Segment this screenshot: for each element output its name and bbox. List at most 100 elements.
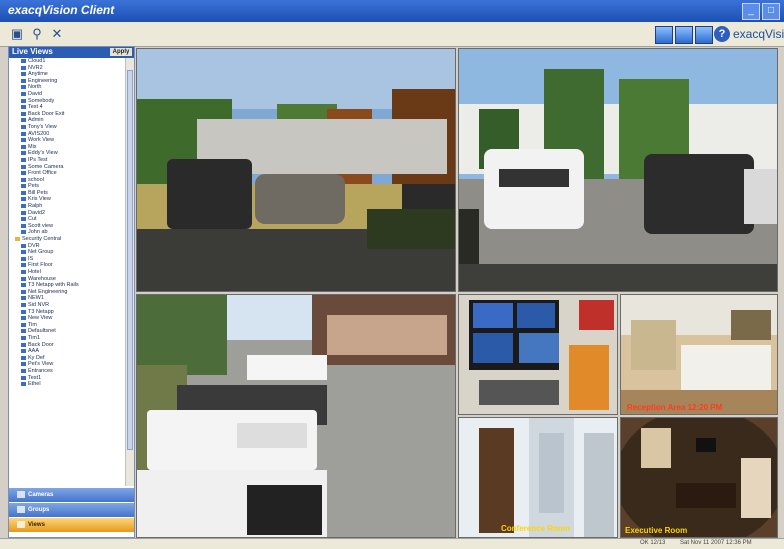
- camera-tile-trucks[interactable]: [136, 294, 456, 538]
- view-icon: [21, 59, 26, 63]
- tree-item[interactable]: Tim: [9, 322, 125, 329]
- tree-item[interactable]: Ethel: [9, 381, 125, 388]
- views-icon: [17, 520, 25, 528]
- scroll-thumb[interactable]: [127, 70, 133, 450]
- tree-item[interactable]: Back Door: [9, 342, 125, 349]
- tree-item[interactable]: Cloud1: [9, 58, 125, 65]
- tree-item[interactable]: Front Office: [9, 170, 125, 177]
- tree-item-label: David: [28, 90, 43, 97]
- camera-tile-parking-east[interactable]: [458, 48, 778, 292]
- tree-item[interactable]: Tim1: [9, 335, 125, 342]
- tree-item[interactable]: Scott view: [9, 223, 125, 230]
- tree-item[interactable]: New View: [9, 315, 125, 322]
- help-icon[interactable]: ?: [714, 26, 730, 42]
- maximize-button[interactable]: □: [762, 3, 780, 20]
- tree-item[interactable]: Somebody: [9, 98, 125, 105]
- tree-item[interactable]: Back Door Exit: [9, 111, 125, 118]
- tree-item[interactable]: T3 Netapp: [9, 309, 125, 316]
- camera-tile-demo-room[interactable]: [458, 294, 618, 415]
- apply-button[interactable]: Apply: [110, 48, 132, 56]
- tree-item[interactable]: Sid NVR: [9, 302, 125, 309]
- tree-item[interactable]: Kris View: [9, 196, 125, 203]
- tree-item[interactable]: Ralph: [9, 203, 125, 210]
- tree-item-label: Front Office: [28, 170, 57, 177]
- tools-icon[interactable]: ✕: [48, 25, 66, 42]
- camera-tile-reception[interactable]: Reception Area 12:20 PM: [620, 294, 778, 415]
- tree-item[interactable]: Admin: [9, 117, 125, 124]
- tree-item[interactable]: Tony's View: [9, 124, 125, 131]
- tree-item[interactable]: Ky Def: [9, 355, 125, 362]
- tree-item[interactable]: Net Engineering: [9, 289, 125, 296]
- tree-item[interactable]: Test1: [9, 375, 125, 382]
- view-icon: [21, 118, 26, 123]
- view-icon: [21, 184, 26, 189]
- nav-groups-label: Groups: [28, 507, 50, 513]
- tree-item-label: IS: [28, 255, 34, 262]
- tree-item[interactable]: AVIS200: [9, 131, 125, 138]
- tree-scrollbar[interactable]: [125, 58, 134, 486]
- tree-item[interactable]: First Floor: [9, 262, 125, 269]
- camera-feed-image: [137, 295, 455, 537]
- tree-item[interactable]: Entrances: [9, 368, 125, 375]
- tree-item[interactable]: Test 4: [9, 104, 125, 111]
- tree-item[interactable]: IS: [9, 256, 125, 263]
- camera-feed-image: [459, 49, 777, 291]
- tree-item-label: Security Central: [22, 236, 62, 243]
- layout-grid-icon[interactable]: [655, 26, 673, 44]
- tree-item[interactable]: David: [9, 91, 125, 98]
- view-icon: [21, 270, 26, 274]
- tree-item[interactable]: Pets: [9, 183, 125, 190]
- tree-item[interactable]: David2: [9, 210, 125, 217]
- tree-item[interactable]: IPs Test: [9, 157, 125, 164]
- tree-item[interactable]: John ab: [9, 229, 125, 236]
- tree-item[interactable]: North: [9, 84, 125, 91]
- view-icon: [21, 85, 26, 90]
- tree-item[interactable]: Anytime: [9, 71, 125, 78]
- tree-item-label: AVIS200: [28, 130, 50, 137]
- view-icon: [21, 144, 26, 149]
- tree-item[interactable]: Warehouse: [9, 276, 125, 283]
- tree-item[interactable]: school: [9, 177, 125, 184]
- monitor-icon[interactable]: ▣: [8, 25, 26, 42]
- tree-folder[interactable]: Security Central: [9, 236, 125, 243]
- tree-item[interactable]: Pet's View: [9, 361, 125, 368]
- executive-camera-label: Executive Room: [625, 526, 688, 535]
- tree-item[interactable]: NVR2: [9, 65, 125, 72]
- tree-item[interactable]: Engineering: [9, 78, 125, 85]
- tree-item[interactable]: Hotel: [9, 269, 125, 276]
- view-icon: [21, 72, 26, 77]
- tree-item[interactable]: Eddy's View: [9, 150, 125, 157]
- tree-item-label: New View: [28, 315, 53, 322]
- camera-tile-conference[interactable]: Conference Room: [458, 417, 618, 538]
- tree-item[interactable]: Mix: [9, 144, 125, 151]
- layout-single-icon[interactable]: [675, 26, 693, 44]
- tree-item[interactable]: AAA: [9, 348, 125, 355]
- tree-item-label: First Floor: [28, 262, 53, 269]
- camera-tile-executive[interactable]: Executive Room: [620, 417, 778, 538]
- fullscreen-icon[interactable]: [695, 26, 713, 44]
- tree-item-label: NVR2: [28, 64, 43, 71]
- views-tree[interactable]: Cloud1 NVR2 Anytime Engineering North David So…: [9, 58, 125, 486]
- conference-camera-label: Conference Room: [501, 524, 570, 533]
- tree-item[interactable]: NEW1: [9, 295, 125, 302]
- status-datetime: Sat Nov 11 2007 12:36 PM: [680, 540, 752, 546]
- tree-item[interactable]: Defaultsnet: [9, 328, 125, 335]
- view-icon: [21, 190, 26, 195]
- tree-item-label: AAA: [28, 348, 40, 355]
- tree-item[interactable]: Some Camera: [9, 164, 125, 171]
- tree-item[interactable]: Work View: [9, 137, 125, 144]
- search-icon[interactable]: ⚲: [28, 25, 46, 42]
- view-icon: [21, 375, 26, 380]
- nav-cameras-button[interactable]: Cameras: [9, 488, 134, 502]
- tree-item-label: T3 Netapp with Rails: [28, 282, 79, 289]
- nav-views-button[interactable]: Views: [9, 518, 134, 532]
- camera-tile-parking-west[interactable]: [136, 48, 456, 292]
- tree-item[interactable]: Net Group: [9, 249, 125, 256]
- nav-groups-button[interactable]: Groups: [9, 503, 134, 517]
- tree-item[interactable]: T3 Netapp with Rails: [9, 282, 125, 289]
- tree-item[interactable]: DVR: [9, 243, 125, 250]
- tree-item[interactable]: Bill Pets: [9, 190, 125, 197]
- tree-item[interactable]: Cut: [9, 216, 125, 223]
- minimize-button[interactable]: _: [742, 3, 760, 20]
- view-icon: [21, 329, 26, 334]
